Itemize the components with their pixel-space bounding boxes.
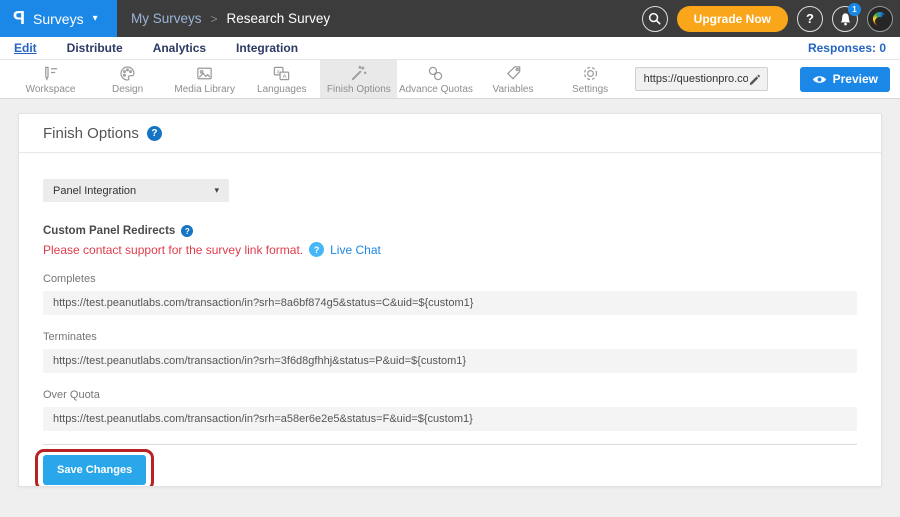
chevron-down-icon: ▾: [93, 13, 98, 24]
over-quota-url-field[interactable]: https://test.peanutlabs.com/transaction/…: [43, 407, 857, 431]
red-highlight-annotation: Save Changes: [35, 449, 154, 487]
completes-url-field[interactable]: https://test.peanutlabs.com/transaction/…: [43, 291, 857, 315]
translate-icon: x A: [272, 64, 291, 83]
survey-url-area: https://questionpro.com/t/A: [635, 60, 768, 98]
toolbar-tab-design[interactable]: Design: [89, 60, 166, 98]
search-button[interactable]: [642, 6, 668, 32]
completes-label: Completes: [43, 273, 857, 285]
breadcrumb-separator-icon: >: [211, 12, 218, 26]
toolbar-tab-languages[interactable]: x A Languages: [243, 60, 320, 98]
tab-integration[interactable]: Integration: [236, 41, 298, 55]
panel-type-selected: Panel Integration: [53, 185, 136, 197]
eye-icon: [812, 74, 827, 85]
toolbar-tab-media-library[interactable]: Media Library: [166, 60, 243, 98]
question-mark-icon: ?: [806, 11, 814, 26]
workspace-icon: [41, 64, 60, 83]
card-header: Finish Options ?: [19, 114, 881, 153]
footer-divider: [43, 444, 857, 445]
preview-button[interactable]: Preview: [800, 67, 890, 92]
palette-icon: [118, 64, 137, 83]
avatar-logo-icon: [873, 12, 887, 26]
breadcrumb-my-surveys[interactable]: My Surveys: [131, 11, 202, 26]
live-chat-link[interactable]: Live Chat: [330, 243, 381, 257]
card-body: Panel Integration ▾ Custom Panel Redirec…: [19, 153, 881, 487]
finish-options-help-icon[interactable]: ?: [147, 126, 162, 141]
chevron-down-icon: ▾: [214, 185, 219, 196]
custom-panel-redirects-header: Custom Panel Redirects ?: [43, 225, 857, 237]
redirects-help-icon[interactable]: ?: [181, 225, 193, 237]
product-name: Surveys: [33, 11, 84, 27]
gear-icon: [581, 64, 600, 83]
toolbar-tab-advance-quotas[interactable]: Advance Quotas: [397, 60, 474, 98]
support-note: Please contact support for the survey li…: [43, 243, 303, 257]
image-icon: [195, 64, 214, 83]
header-actions: Upgrade Now ? 1: [642, 0, 900, 37]
main-content: Finish Options ? Panel Integration ▾ Cus…: [0, 99, 900, 517]
over-quota-label: Over Quota: [43, 389, 857, 401]
help-button[interactable]: ?: [797, 6, 823, 32]
terminates-url-field[interactable]: https://test.peanutlabs.com/transaction/…: [43, 349, 857, 373]
breadcrumb: My Surveys > Research Survey: [131, 0, 330, 37]
search-icon: [648, 12, 661, 25]
page-title: Finish Options: [43, 125, 139, 142]
responses-count: Responses: 0: [808, 41, 886, 55]
survey-url-input[interactable]: https://questionpro.com/t/A: [635, 67, 768, 91]
toolbar-tab-settings[interactable]: Settings: [552, 60, 629, 98]
product-switcher[interactable]: P Surveys ▾: [0, 0, 117, 37]
chain-link-icon: [426, 64, 445, 83]
toolbar-tab-finish-options[interactable]: Finish Options: [320, 60, 397, 98]
survey-url-value: https://questionpro.com/t/A: [644, 73, 748, 85]
user-avatar[interactable]: [867, 6, 893, 32]
section-title: Custom Panel Redirects: [43, 225, 175, 237]
breadcrumb-current-survey: Research Survey: [227, 11, 331, 26]
magic-wand-icon: [349, 64, 368, 83]
notifications-button[interactable]: 1: [832, 6, 858, 32]
toolbar-tab-workspace[interactable]: Workspace: [12, 60, 89, 98]
live-chat-icon[interactable]: ?: [309, 242, 324, 257]
save-row: Save Changes: [43, 449, 857, 487]
questionpro-logo-icon: P: [13, 8, 25, 29]
upgrade-now-button[interactable]: Upgrade Now: [677, 6, 788, 32]
finish-options-card: Finish Options ? Panel Integration ▾ Cus…: [18, 113, 882, 487]
tab-edit[interactable]: Edit: [14, 41, 37, 55]
tab-distribute[interactable]: Distribute: [67, 41, 123, 55]
top-header-bar: P Surveys ▾ My Surveys > Research Survey…: [0, 0, 900, 37]
tag-icon: [504, 64, 523, 83]
terminates-label: Terminates: [43, 331, 857, 343]
notification-count-badge: 1: [848, 3, 861, 16]
tab-analytics[interactable]: Analytics: [153, 41, 206, 55]
pencil-edit-icon[interactable]: [748, 73, 760, 85]
panel-type-dropdown[interactable]: Panel Integration ▾: [43, 179, 229, 202]
toolbar-tab-variables[interactable]: Variables: [474, 60, 551, 98]
save-changes-button[interactable]: Save Changes: [43, 455, 146, 485]
survey-nav: Edit Distribute Analytics Integration Re…: [0, 37, 900, 60]
edit-toolbar: Workspace Design Media Library x A Langu…: [0, 60, 900, 99]
support-note-row: Please contact support for the survey li…: [43, 242, 857, 257]
